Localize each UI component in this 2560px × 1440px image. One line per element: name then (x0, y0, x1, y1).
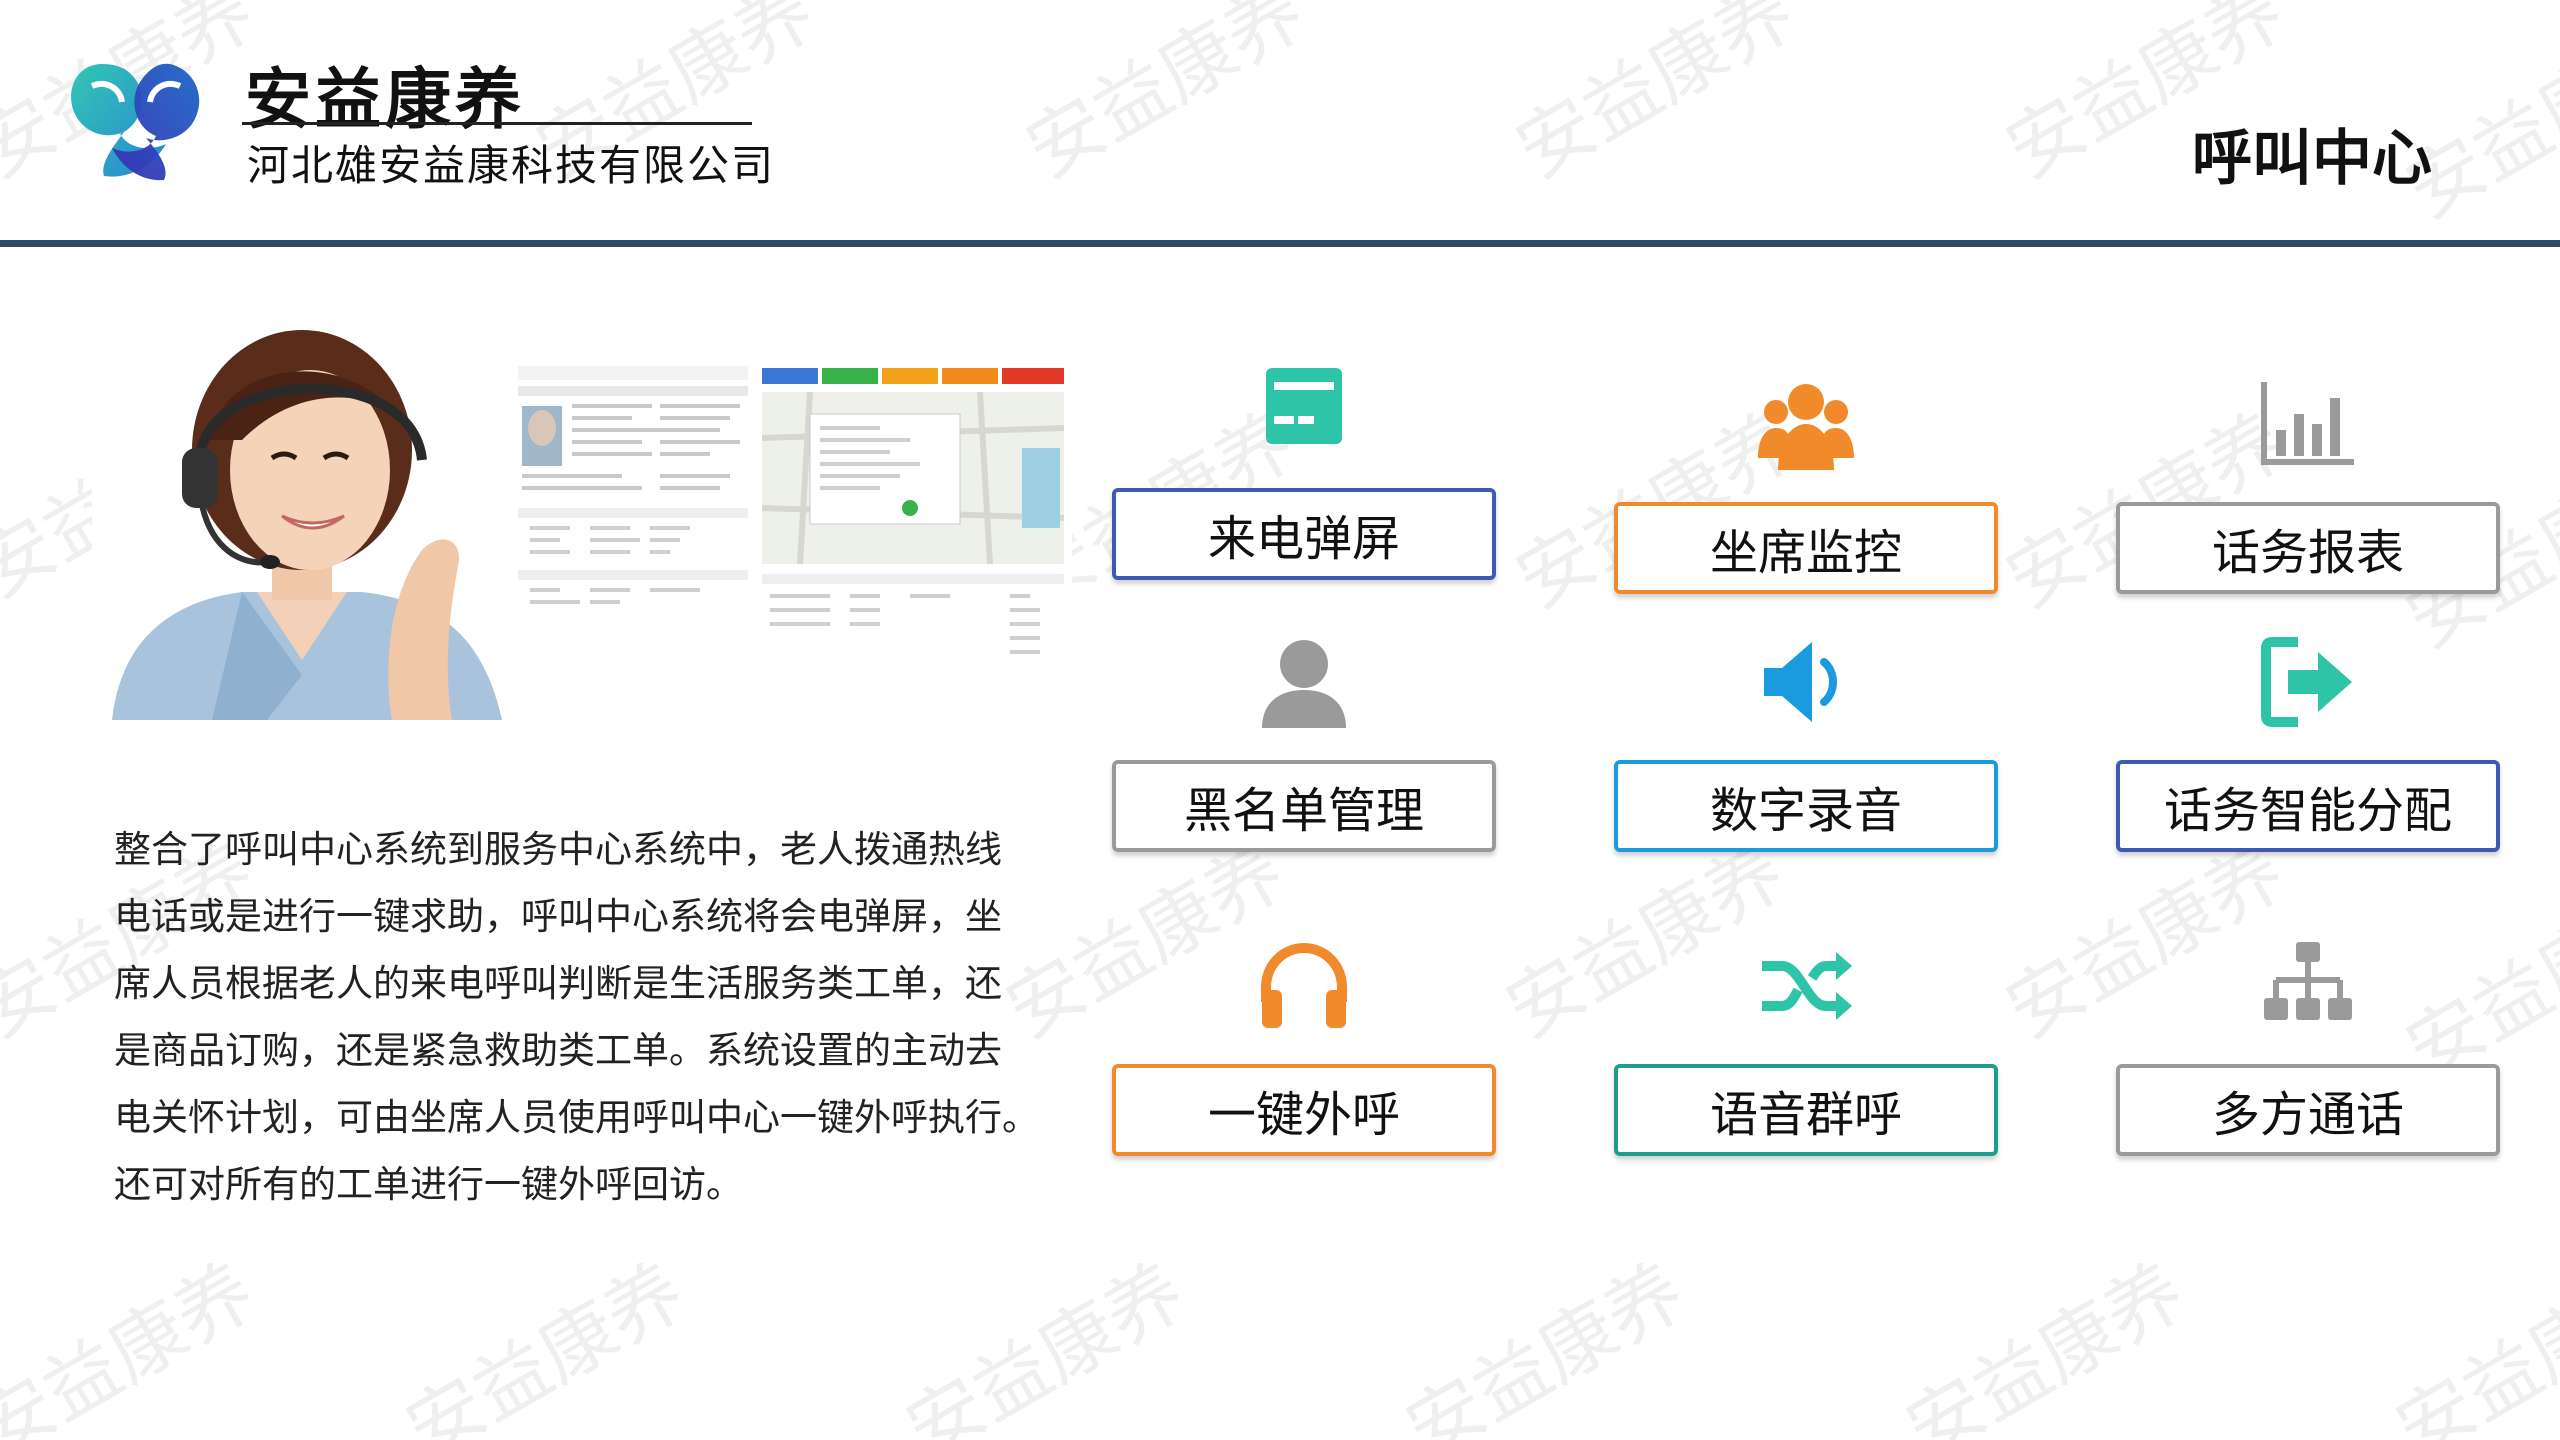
feature-label-box: 语音群呼 (1614, 1064, 1998, 1156)
description-line: 电话或是进行一键求助，呼叫中心系统将会电弹屏，坐 (114, 895, 1002, 938)
company-name: 河北雄安益康科技有限公司 (247, 141, 776, 190)
feature-label-box: 话务智能分配 (2116, 760, 2500, 852)
feature-group-voice-call[interactable]: 语音群呼 (1614, 936, 1998, 1176)
watermark-text: 安益康养 (891, 1246, 1200, 1440)
feature-smart-routing[interactable]: 话务智能分配 (2116, 632, 2500, 872)
feature-one-click-dial[interactable]: 一键外呼 (1112, 936, 1496, 1176)
bar-chart-icon (2261, 382, 2354, 465)
feature-agent-monitor[interactable]: 坐席监控 (1614, 374, 1998, 614)
feature-label-box: 多方通话 (2116, 1064, 2500, 1156)
feature-label-box: 一键外呼 (1112, 1064, 1496, 1156)
watermark-text: 安益康养 (0, 1246, 270, 1440)
company-logo-icon (71, 63, 200, 181)
feature-call-reports[interactable]: 话务报表 (2116, 374, 2500, 614)
watermark-text: 安益康养 (2381, 1246, 2560, 1440)
feature-call-popup[interactable]: 来电弹屏 (1112, 360, 1496, 600)
user-icon (1262, 640, 1346, 728)
feature-label-box: 话务报表 (2116, 502, 2500, 594)
feature-blacklist[interactable]: 黑名单管理 (1112, 632, 1496, 872)
call-center-system-screenshot (510, 358, 1072, 750)
header: 安益康养 河北雄安益康科技有限公司 呼叫中心 (0, 0, 2560, 240)
feature-label-box: 数字录音 (1614, 760, 1998, 852)
description-text: 整合了呼叫中心系统到服务中心系统中，老人拨通热线 电话或是进行一键求助，呼叫中心… (114, 816, 1054, 1218)
headphones-icon (1261, 942, 1347, 1028)
description-line: 席人员根据老人的来电呼叫判断是生活服务类工单，还 (114, 962, 1002, 1005)
feature-label-box: 坐席监控 (1614, 502, 1998, 594)
header-divider (0, 240, 2560, 247)
description-line: 电关怀计划，可由坐席人员使用呼叫中心一键外呼执行。 (114, 1096, 1039, 1139)
agents-group-icon (1758, 384, 1854, 470)
call-center-agent-photo (92, 330, 512, 720)
watermark-text: 安益康养 (391, 1246, 700, 1440)
feature-label-box: 来电弹屏 (1112, 488, 1496, 580)
speaker-icon (1764, 642, 1837, 722)
feature-conference-call[interactable]: 多方通话 (2116, 936, 2500, 1176)
feature-digital-recording[interactable]: 数字录音 (1614, 632, 1998, 872)
shuffle-icon (1762, 952, 1852, 1020)
brand-divider (242, 122, 752, 125)
screen-popup-icon (1266, 368, 1342, 444)
description-line: 还可对所有的工单进行一键外呼回访。 (114, 1163, 743, 1206)
sitemap-icon (2264, 942, 2352, 1020)
hero-illustration (92, 330, 1072, 750)
description-line: 整合了呼叫中心系统到服务中心系统中，老人拨通热线 (114, 828, 1002, 871)
brand-name: 安益康养 (245, 60, 525, 138)
sign-out-icon (2261, 637, 2352, 727)
watermark-text: 安益康养 (1391, 1246, 1700, 1440)
feature-label-box: 黑名单管理 (1112, 760, 1496, 852)
description-line: 是商品订购，还是紧急救助类工单。系统设置的主动去 (114, 1029, 1002, 1072)
watermark-text: 安益康养 (1891, 1246, 2200, 1440)
page-title: 呼叫中心 (2192, 124, 2432, 194)
